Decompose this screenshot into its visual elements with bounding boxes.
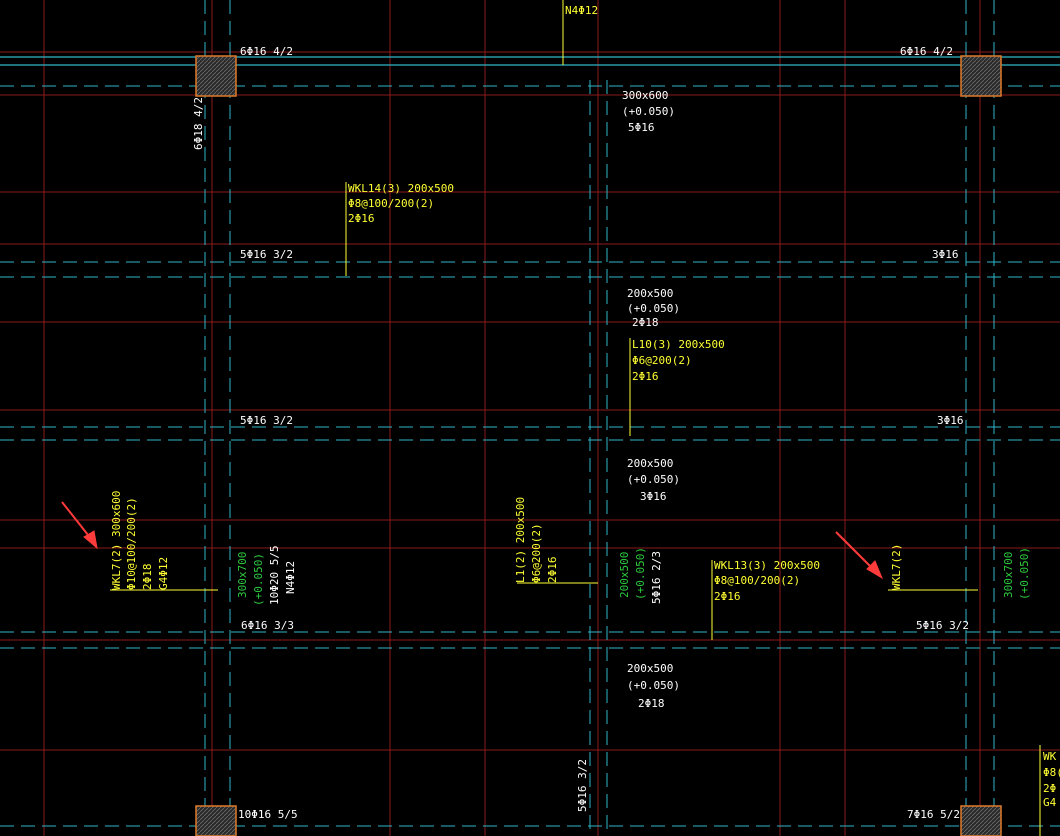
- l1-stirrup: Φ6@200(2): [530, 523, 543, 583]
- wkl7-left-title[interactable]: WKL7(2) 300x600: [110, 491, 123, 590]
- column-bottom-right[interactable]: [960, 805, 1002, 836]
- left-white-rebar: 10Φ20 5/5: [268, 545, 281, 605]
- wkl14-rebar: 2Φ16: [348, 212, 375, 225]
- beam-300x600-rebar: 5Φ16: [628, 121, 655, 134]
- beam-a-rebar: 2Φ18: [632, 316, 659, 329]
- label-left-vertical-rebar: 6Φ18 4/2: [192, 97, 205, 150]
- structural-drawing-canvas[interactable]: N4Φ12 6Φ16 4/2 6Φ16 4/2 6Φ18 4/2 300x600…: [0, 0, 1060, 836]
- edge-fragment-2: Φ8(: [1043, 766, 1060, 779]
- mid-green-elev: (+0.050): [634, 547, 647, 600]
- label-top-n4: N4Φ12: [565, 4, 598, 17]
- wkl13-stirrup: Φ8@100/200(2): [714, 574, 800, 587]
- drawing-background: [0, 0, 1060, 836]
- wkl7-left-stirrup: Φ10@100/200(2): [125, 497, 138, 590]
- bottom-right-rebar: 7Φ16 5/2: [907, 808, 960, 821]
- wkl14-title: WKL14(3) 200x500: [348, 182, 454, 195]
- row3-right-rebar: 5Φ16 3/2: [916, 619, 969, 632]
- wkl7-right-title[interactable]: WKL7(2): [890, 544, 903, 590]
- mid-white-rebar: 5Φ16 2/3: [650, 551, 663, 604]
- beam-300x600-size: 300x600: [622, 89, 668, 102]
- bottom-left-rebar: 10Φ16 5/5: [238, 808, 298, 821]
- bottom-vertical-rebar: 5Φ16 3/2: [576, 759, 589, 812]
- l1-title: L1(2) 200x500: [514, 497, 527, 583]
- column-bottom-left[interactable]: [195, 805, 237, 836]
- left-green-size: 300x700: [236, 552, 249, 598]
- row2-left-rebar: 5Φ16 3/2: [240, 414, 293, 427]
- beam-c-elev: (+0.050): [627, 679, 680, 692]
- edge-fragment-1: WK: [1043, 750, 1057, 763]
- row2-right-rebar: 3Φ16: [937, 414, 964, 427]
- wkl13-title: WKL13(3) 200x500: [714, 559, 820, 572]
- label-top-left-rebar: 6Φ16 4/2: [240, 45, 293, 58]
- edge-fragment-3: 2Φ: [1043, 782, 1056, 795]
- left-white-n4: N4Φ12: [284, 561, 297, 594]
- left-green-elev: (+0.050): [252, 553, 265, 606]
- wkl14-stirrup: Φ8@100/200(2): [348, 197, 434, 210]
- l10-title: L10(3) 200x500: [632, 338, 725, 351]
- l10-rebar: 2Φ16: [632, 370, 659, 383]
- beam-c-size: 200x500: [627, 662, 673, 675]
- l1-rebar: 2Φ16: [546, 557, 559, 584]
- row1-left-rebar: 5Φ16 3/2: [240, 248, 293, 261]
- label-top-right-rebar: 6Φ16 4/2: [900, 45, 953, 58]
- column-top-left[interactable]: [195, 55, 237, 97]
- beam-300x600-elev: (+0.050): [622, 105, 675, 118]
- mid-green-size: 200x500: [618, 552, 631, 598]
- wkl13-rebar: 2Φ16: [714, 590, 741, 603]
- beam-c-rebar: 2Φ18: [638, 697, 665, 710]
- row1-right-rebar: 3Φ16: [932, 248, 959, 261]
- row3-left-rebar: 6Φ16 3/3: [241, 619, 294, 632]
- right-green-elev: (+0.050): [1018, 547, 1031, 600]
- beam-b-elev: (+0.050): [627, 473, 680, 486]
- edge-fragment-4: G4: [1043, 796, 1057, 809]
- column-top-right[interactable]: [960, 55, 1002, 97]
- beam-a-elev: (+0.050): [627, 302, 680, 315]
- wkl7-left-side: G4Φ12: [157, 557, 170, 590]
- beam-a-size: 200x500: [627, 287, 673, 300]
- wkl7-left-rebar: 2Φ18: [141, 564, 154, 591]
- beam-b-size: 200x500: [627, 457, 673, 470]
- beam-b-rebar: 3Φ16: [640, 490, 667, 503]
- right-green-size: 300x700: [1002, 552, 1015, 598]
- l10-stirrup: Φ6@200(2): [632, 354, 692, 367]
